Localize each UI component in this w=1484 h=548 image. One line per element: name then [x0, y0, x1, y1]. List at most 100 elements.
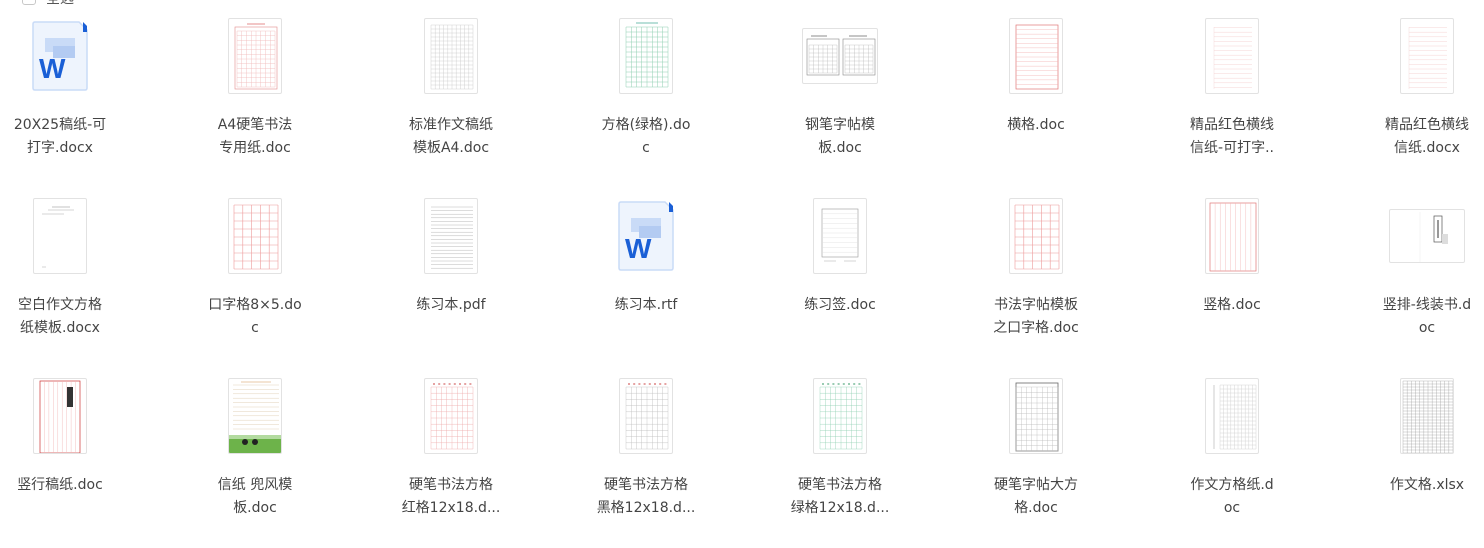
file-thumbnail — [1388, 18, 1466, 94]
file-thumbnail — [412, 198, 490, 274]
page-thumbnail — [228, 198, 282, 274]
file-name-line-2: oc — [1223, 500, 1241, 516]
file-tile[interactable]: W 20X25稿纸-可 打字.docx — [0, 18, 145, 188]
file-name-line-2: 绿格12x18.d... — [790, 500, 890, 516]
file-thumbnail — [21, 378, 99, 454]
file-name-line-1: 硬笔书法方格 — [604, 477, 688, 493]
file-name: 作文方格纸.d oc — [1147, 474, 1317, 520]
file-tile[interactable]: 硬笔字帖大方 格.doc — [951, 378, 1121, 548]
file-tile[interactable]: A4硬笔书法 专用纸.doc — [170, 18, 340, 188]
file-name-line-2: 信纸.docx — [1394, 140, 1460, 156]
file-tile[interactable]: 硬笔书法方格 黑格12x18.d... — [561, 378, 731, 548]
file-name-line-1: 书法字帖模板 — [994, 297, 1078, 313]
file-tile[interactable]: 精品红色横线 信纸.docx — [1342, 18, 1484, 188]
page-thumbnail — [228, 18, 282, 94]
file-thumbnail — [1388, 198, 1466, 274]
file-tile[interactable]: 竖格.doc — [1147, 198, 1317, 368]
file-name-line-1: 竖行稿纸.doc — [17, 477, 103, 493]
file-thumbnail — [607, 18, 685, 94]
file-name: 信纸 兜风模 板.doc — [170, 474, 340, 520]
file-name: 口字格8×5.do c — [170, 294, 340, 340]
file-name-line-1: 钢笔字帖模 — [805, 117, 875, 133]
file-name-line-2: 格.doc — [1014, 500, 1058, 516]
file-name: 练习本.rtf — [561, 294, 731, 317]
page-thumbnail — [619, 378, 673, 454]
word-document-icon: W — [617, 200, 675, 272]
file-tile[interactable]: 竖行稿纸.doc — [0, 378, 145, 548]
file-name-line-2: 纸模板.docx — [20, 320, 100, 336]
file-tile[interactable]: 竖排-线装书.d oc — [1342, 198, 1484, 368]
page-thumbnail — [424, 378, 478, 454]
file-thumbnail — [801, 18, 879, 94]
file-tile[interactable]: 练习签.doc — [755, 198, 925, 368]
file-thumbnail — [997, 198, 1075, 274]
file-tile[interactable]: 书法字帖模板 之口字格.doc — [951, 198, 1121, 368]
file-name-line-1: A4硬笔书法 — [217, 117, 293, 133]
file-thumbnail — [412, 378, 490, 454]
file-name-line-2: 板.doc — [233, 500, 277, 516]
page-thumbnail — [1205, 378, 1259, 454]
file-thumbnail — [1193, 198, 1271, 274]
svg-text:W: W — [39, 53, 66, 84]
file-tile[interactable]: 练习本.pdf — [366, 198, 536, 368]
file-thumbnail — [21, 198, 99, 274]
file-tile[interactable]: 标准作文稿纸 模板A4.doc — [366, 18, 536, 188]
word-document-icon: W — [31, 20, 89, 92]
file-name: 练习本.pdf — [366, 294, 536, 317]
file-name-line-1: 竖格.doc — [1203, 297, 1261, 313]
file-name: 20X25稿纸-可 打字.docx — [0, 114, 145, 160]
file-name-line-2: c — [251, 320, 259, 336]
page-thumbnail — [1009, 198, 1063, 274]
file-tile[interactable]: 精品红色横线 信纸-可打字.. — [1147, 18, 1317, 188]
file-name: 竖格.doc — [1147, 294, 1317, 317]
file-name-line-2: 红格12x18.d... — [401, 500, 501, 516]
file-name: 硬笔书法方格 红格12x18.d... — [366, 474, 536, 520]
file-name-line-1: 空白作文方格 — [18, 297, 102, 313]
file-thumbnail — [997, 378, 1075, 454]
file-tile[interactable]: 作文格.xlsx — [1342, 378, 1484, 548]
file-grid: W 20X25稿纸-可 打字.docx A4硬笔书法 专用纸.doc 标准作文稿纸 模板A4… — [0, 0, 1484, 530]
file-tile[interactable]: 硬笔书法方格 红格12x18.d... — [366, 378, 536, 548]
file-thumbnail: W — [21, 18, 99, 94]
file-name: 精品红色横线 信纸-可打字.. — [1147, 114, 1317, 160]
file-tile[interactable]: W 练习本.rtf — [561, 198, 731, 368]
file-tile[interactable]: 空白作文方格 纸模板.docx — [0, 198, 145, 368]
file-name-line-2: 黑格12x18.d... — [596, 500, 696, 516]
file-name: A4硬笔书法 专用纸.doc — [170, 114, 340, 160]
file-tile[interactable]: 硬笔书法方格 绿格12x18.d... — [755, 378, 925, 548]
file-thumbnail — [607, 378, 685, 454]
file-name-line-1: 20X25稿纸-可 — [13, 117, 107, 133]
page-thumbnail — [1009, 378, 1063, 454]
file-tile[interactable]: 作文方格纸.d oc — [1147, 378, 1317, 548]
file-name-line-1: 竖排-线装书.d — [1382, 297, 1472, 313]
file-thumbnail — [1388, 378, 1466, 454]
file-name: 练习签.doc — [755, 294, 925, 317]
file-thumbnail — [216, 378, 294, 454]
file-name-line-1: 信纸 兜风模 — [217, 477, 293, 493]
file-name: 竖排-线装书.d oc — [1342, 294, 1484, 340]
file-name-line-1: 练习本.rtf — [614, 297, 678, 313]
file-name: 标准作文稿纸 模板A4.doc — [366, 114, 536, 160]
file-tile[interactable]: 信纸 兜风模 板.doc — [170, 378, 340, 548]
page-thumbnail — [33, 198, 87, 274]
file-tile[interactable]: 横格.doc — [951, 18, 1121, 188]
file-name: 竖行稿纸.doc — [0, 474, 145, 497]
file-name-line-1: 精品红色横线 — [1385, 117, 1469, 133]
file-name-line-1: 硬笔书法方格 — [798, 477, 882, 493]
page-thumbnail — [619, 18, 673, 94]
file-tile[interactable]: 口字格8×5.do c — [170, 198, 340, 368]
file-name-line-1: 标准作文稿纸 — [409, 117, 493, 133]
file-name-line-2: 模板A4.doc — [412, 140, 490, 156]
file-name-line-1: 硬笔字帖大方 — [994, 477, 1078, 493]
page-thumbnail — [1205, 198, 1259, 274]
file-name: 方格(绿格).do c — [561, 114, 731, 160]
file-name-line-1: 硬笔书法方格 — [409, 477, 493, 493]
page-thumbnail — [228, 378, 282, 454]
file-name-line-1: 作文格.xlsx — [1389, 477, 1465, 493]
file-thumbnail: W — [607, 198, 685, 274]
file-tile[interactable]: 钢笔字帖模 板.doc — [755, 18, 925, 188]
file-name: 横格.doc — [951, 114, 1121, 137]
file-tile[interactable]: 方格(绿格).do c — [561, 18, 731, 188]
file-name: 精品红色横线 信纸.docx — [1342, 114, 1484, 160]
file-name: 钢笔字帖模 板.doc — [755, 114, 925, 160]
